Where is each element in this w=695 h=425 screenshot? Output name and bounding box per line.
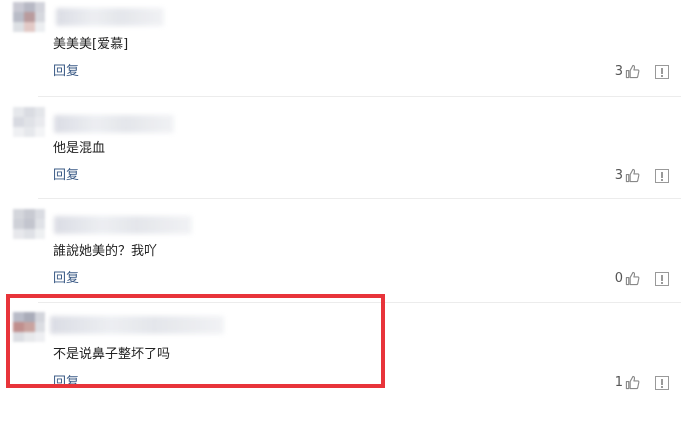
like-count: 1 [614, 375, 623, 390]
avatar[interactable] [13, 107, 45, 137]
report-icon[interactable] [655, 376, 669, 390]
reply-link[interactable]: 回复 [53, 63, 79, 80]
like-count: 3 [614, 64, 623, 79]
avatar[interactable] [13, 209, 45, 239]
comment-divider [38, 96, 681, 97]
comment-text: 誰說她美的？我吖 [53, 244, 158, 259]
thumbs-up-icon [625, 64, 640, 79]
like-button[interactable]: 3 [609, 63, 659, 80]
like-button[interactable]: 1 [609, 374, 659, 391]
username[interactable] [54, 115, 174, 133]
thumbs-up-icon [625, 375, 640, 390]
avatar[interactable] [13, 2, 45, 32]
report-icon[interactable] [655, 65, 669, 79]
reply-link[interactable]: 回复 [53, 270, 79, 287]
like-button[interactable]: 0 [609, 270, 659, 287]
thumbs-up-icon [625, 271, 640, 286]
username[interactable] [56, 8, 164, 26]
username[interactable] [54, 216, 192, 234]
comment-text: 他是混血 [53, 141, 106, 156]
thumbs-up-icon [625, 168, 640, 183]
like-count: 3 [614, 168, 623, 183]
comment-divider [38, 198, 681, 199]
comment-text: 美美美[爱慕] [53, 37, 129, 52]
reply-link[interactable]: 回复 [53, 167, 79, 184]
report-icon[interactable] [655, 169, 669, 183]
like-count: 0 [614, 271, 623, 286]
report-icon[interactable] [655, 272, 669, 286]
highlight-box [6, 294, 385, 388]
like-button[interactable]: 3 [609, 167, 659, 184]
